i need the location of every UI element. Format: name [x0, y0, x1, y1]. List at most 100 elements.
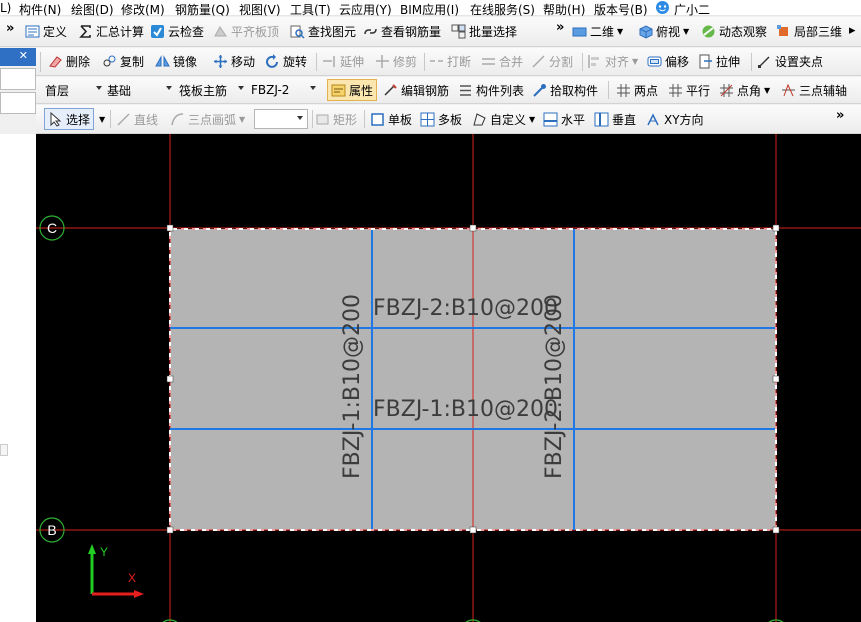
sum-calc-button[interactable]: 汇总计算: [78, 17, 144, 46]
menu-item-rebar-qty[interactable]: 钢筋量(Q): [175, 1, 230, 18]
toolbar-overflow-chevron-icon[interactable]: »: [556, 20, 565, 35]
align-top-button[interactable]: 平齐板顶: [213, 17, 279, 46]
offset-icon: [647, 54, 662, 69]
menu-item-bim[interactable]: BIM应用(I): [400, 1, 459, 18]
menu-item-cloud[interactable]: 云应用(Y): [339, 1, 392, 18]
three-point-aux-button[interactable]: 三点辅轴: [781, 77, 847, 103]
menu-item-modify[interactable]: 修改(M): [121, 1, 165, 18]
menu-item-component[interactable]: 构件(N): [19, 1, 61, 18]
properties-button[interactable]: 属性: [327, 79, 378, 101]
rebar-label-fbzj-1-vertical[interactable]: FBZJ-1:B10@200: [340, 294, 365, 479]
drawing-svg[interactable]: C B FBZJ-2:B10@200 FBZJ-1:B10@200 FBZJ-1…: [36, 134, 861, 622]
panel-scroll-handle[interactable]: [0, 444, 8, 456]
cloud-check-button[interactable]: 云检查: [150, 17, 204, 46]
dropdown-arrow-icon[interactable]: ▼: [99, 115, 105, 124]
offset-label: 偏移: [665, 55, 690, 69]
pick-element-button[interactable]: 拾取构件: [532, 77, 598, 103]
delete-label: 删除: [66, 55, 91, 69]
arc3-button[interactable]: 三点画弧 ▼: [170, 105, 245, 133]
element-list-button[interactable]: 构件列表: [458, 77, 524, 103]
align-icon: [587, 54, 602, 69]
horizontal-button[interactable]: 水平: [543, 105, 585, 133]
grip-handle[interactable]: [166, 224, 174, 232]
define-button[interactable]: 定义: [25, 17, 67, 46]
view-rebar-button[interactable]: 查看钢筋量: [363, 17, 441, 46]
menu-item-prev[interactable]: L): [0, 1, 11, 15]
copy-button[interactable]: 复制: [102, 48, 144, 75]
split-button[interactable]: 分割: [531, 48, 573, 75]
grip-handle[interactable]: [469, 224, 477, 232]
grip-handle[interactable]: [166, 526, 174, 534]
view-mode-dropdown[interactable]: 二维 ▼: [572, 17, 623, 46]
rebar-label-fbzj-1[interactable]: FBZJ-1:B10@200: [373, 397, 558, 422]
two-point-button[interactable]: 两点: [616, 77, 658, 103]
separator: [751, 53, 752, 71]
xy-direction-button[interactable]: XY方向: [646, 105, 704, 133]
local-3d-button[interactable]: 局部三维: [776, 17, 842, 46]
set-grip-button[interactable]: 设置夹点: [757, 48, 823, 75]
edit-rebar-button[interactable]: 编辑钢筋: [383, 77, 449, 103]
align-dropdown[interactable]: 对齐 ▼: [587, 48, 638, 75]
menu-item-help[interactable]: 帮助(H): [543, 1, 585, 18]
batch-select-button[interactable]: 批量选择: [451, 17, 517, 46]
grip-handle[interactable]: [772, 224, 780, 232]
menu-item-draw[interactable]: 绘图(D): [71, 1, 114, 18]
rotate-button[interactable]: 旋转: [265, 48, 307, 75]
custom-dropdown[interactable]: 自定义 ▼: [472, 105, 535, 133]
grip-handle[interactable]: [772, 375, 780, 383]
menu-item-version[interactable]: 版本号(B): [594, 1, 648, 18]
trim-button[interactable]: 修剪: [375, 48, 417, 75]
stretch-button[interactable]: 拉伸: [698, 48, 740, 75]
toolbar-overflow-chevron-icon[interactable]: »: [6, 21, 15, 36]
single-slab-button[interactable]: 单板: [370, 105, 412, 133]
rect-button[interactable]: 矩形: [315, 105, 357, 133]
multi-slab-button[interactable]: 多板: [420, 105, 462, 133]
line-button[interactable]: 直线: [116, 105, 158, 133]
floor-select[interactable]: 首层: [42, 80, 106, 100]
extend-label: 延伸: [340, 55, 365, 69]
extend-icon: [322, 54, 337, 69]
parallel-button[interactable]: 平行: [668, 77, 710, 103]
rebar-label-fbzj-2-vertical[interactable]: FBZJ-2:B10@200: [542, 294, 567, 479]
2d-view-icon: [572, 24, 587, 39]
xy-direction-icon: [646, 112, 661, 127]
mirror-button[interactable]: 镜像: [155, 48, 197, 75]
two-point-label: 两点: [634, 83, 659, 98]
drawing-canvas[interactable]: C B FBZJ-2:B10@200 FBZJ-1:B10@200 FBZJ-1…: [36, 134, 861, 622]
arc-option-select[interactable]: [254, 109, 308, 129]
grip-handle[interactable]: [166, 375, 174, 383]
category-select[interactable]: 基础: [104, 80, 176, 100]
menu-item-tools[interactable]: 工具(T): [290, 1, 331, 18]
dropdown-arrow-icon: ▼: [764, 85, 771, 95]
type-select[interactable]: 筏板主筋: [176, 80, 248, 100]
extend-button[interactable]: 延伸: [322, 48, 364, 75]
grip-handle[interactable]: [772, 526, 780, 534]
merge-button[interactable]: 合并: [481, 48, 523, 75]
panel-field[interactable]: [0, 68, 36, 90]
dynamic-view-button[interactable]: 动态观察: [701, 17, 767, 46]
delete-button[interactable]: 删除: [48, 48, 90, 75]
move-button[interactable]: 移动: [213, 48, 255, 75]
menu-item-view[interactable]: 视图(V): [239, 1, 281, 18]
rebar-label-fbzj-2[interactable]: FBZJ-2:B10@200: [373, 296, 558, 321]
top-view-button[interactable]: 俯视 ▼: [638, 17, 689, 46]
toolbar-more-chevron-icon[interactable]: ▸: [849, 23, 856, 38]
find-element-button[interactable]: 查找图元: [290, 17, 356, 46]
menu-item-assistant[interactable]: 广小二: [674, 1, 710, 18]
break-button[interactable]: 打断: [429, 48, 471, 75]
select-button[interactable]: 选择: [44, 108, 95, 130]
point-angle-button[interactable]: 点角 ▼: [719, 77, 770, 103]
vertical-button[interactable]: 垂直: [594, 105, 636, 133]
vertical-icon: [594, 112, 609, 127]
close-icon[interactable]: ✕: [19, 49, 28, 62]
toolbar-overflow-chevron-icon[interactable]: »: [836, 108, 845, 123]
panel-tab-active[interactable]: ✕: [0, 48, 36, 66]
panel-field[interactable]: [0, 92, 36, 114]
offset-button[interactable]: 偏移: [647, 48, 689, 75]
align-top-icon: [213, 24, 228, 39]
element-select[interactable]: FBZJ-2: [248, 80, 320, 100]
grip-handle[interactable]: [469, 526, 477, 534]
component-tree-panel[interactable]: [0, 134, 37, 622]
menu-item-online[interactable]: 在线服务(S): [470, 1, 535, 18]
copy-label: 复制: [120, 55, 145, 69]
